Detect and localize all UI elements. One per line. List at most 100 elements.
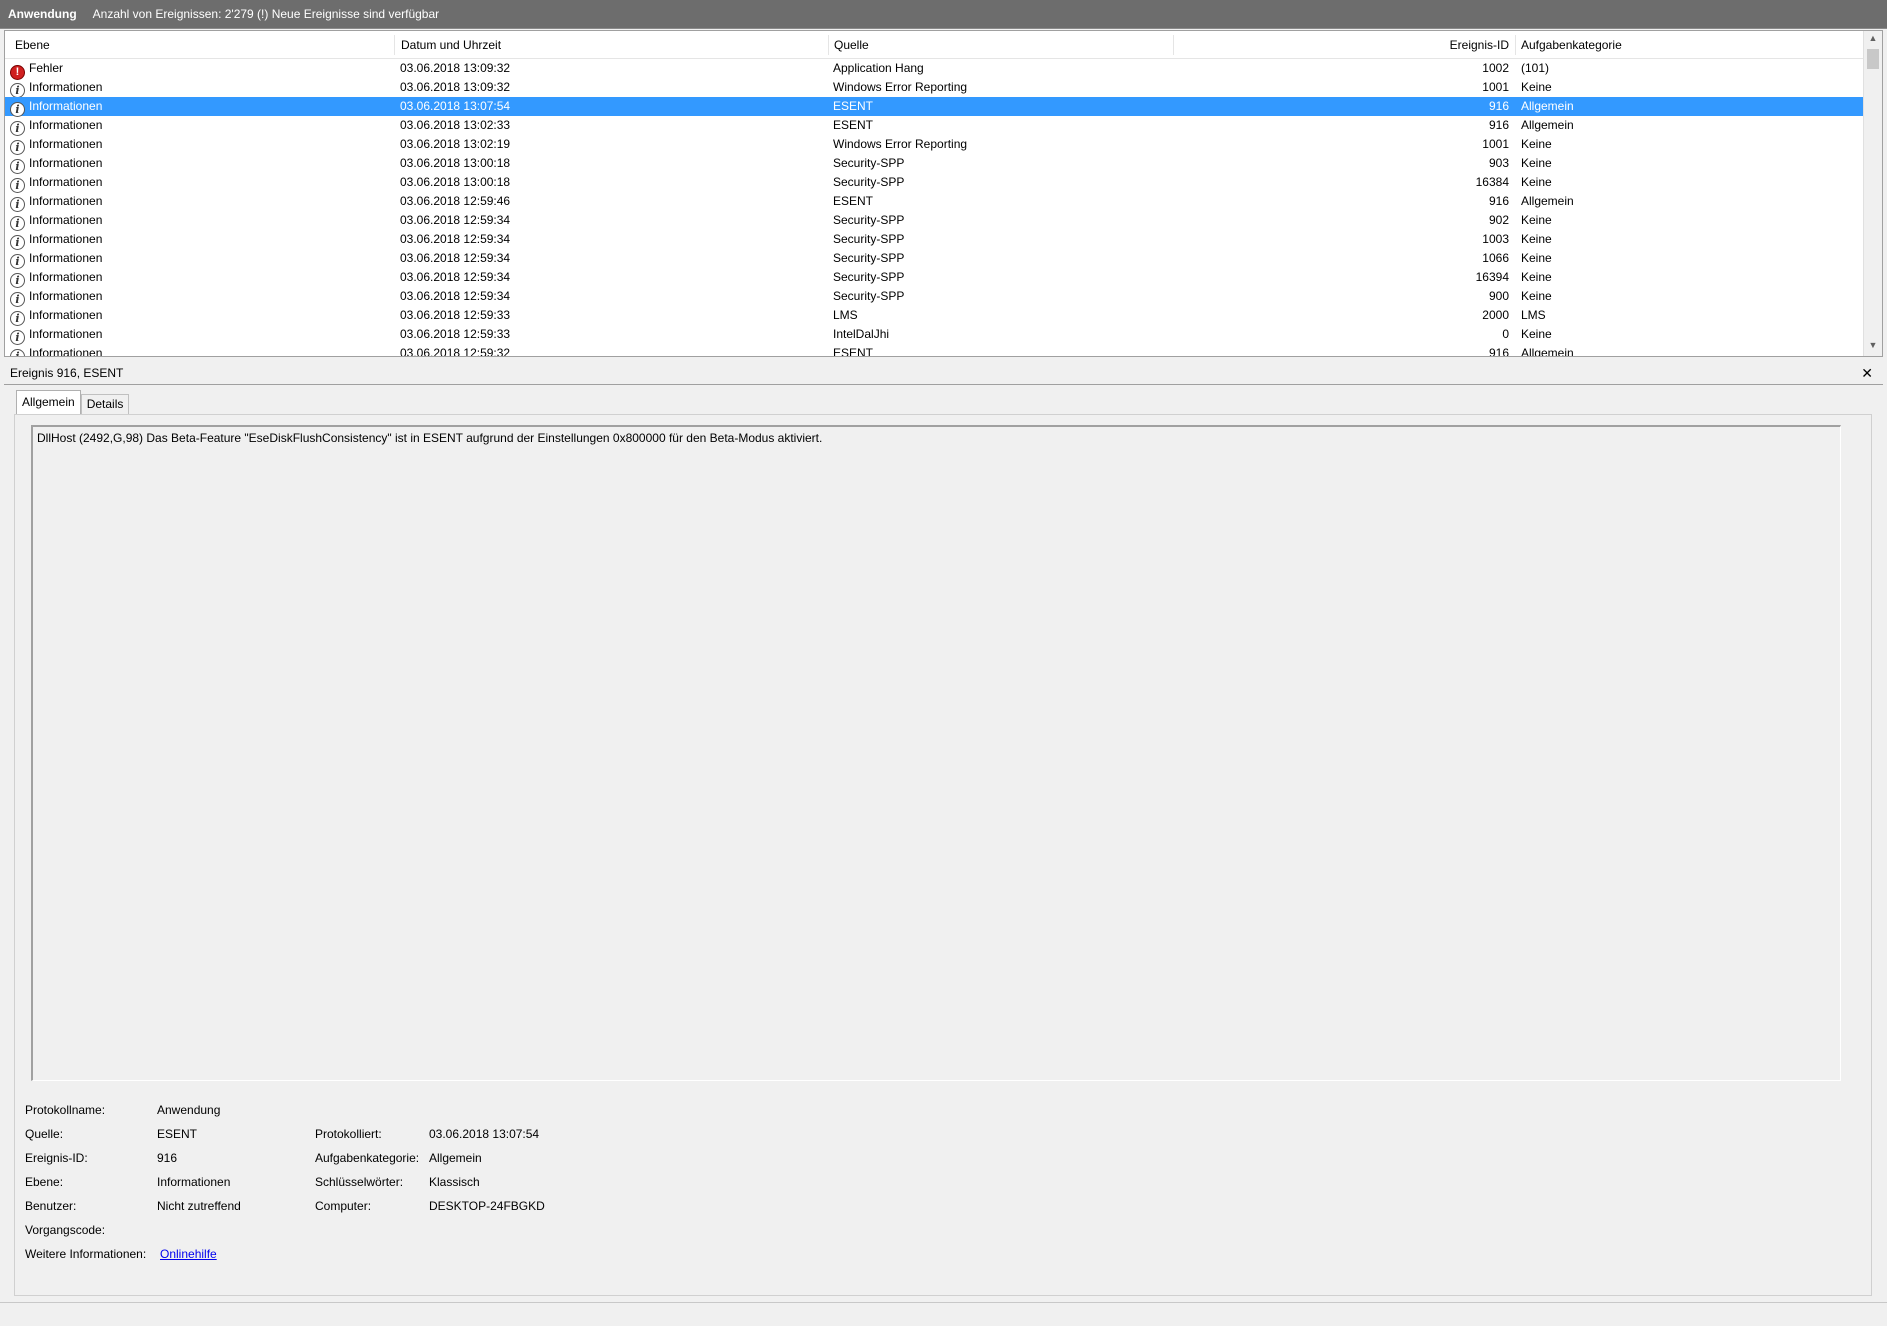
cell-category: (101) bbox=[1521, 61, 1550, 75]
prop-level-value[interactable]: Informationen bbox=[157, 1175, 230, 1189]
prop-event-id-value[interactable]: 916 bbox=[157, 1151, 177, 1165]
cell-level: i Informationen bbox=[10, 97, 395, 117]
cell-category: Keine bbox=[1521, 251, 1552, 265]
prop-user-value[interactable]: Nicht zutreffend bbox=[157, 1199, 241, 1213]
table-row[interactable]: ! Fehler 03.06.2018 13:09:32 Application Ha… bbox=[5, 59, 1863, 80]
cell-category: Keine bbox=[1521, 213, 1552, 227]
info-icon: i bbox=[10, 235, 25, 250]
scroll-down-icon[interactable]: ▼ bbox=[1864, 340, 1882, 354]
cell-date: 03.06.2018 13:00:18 bbox=[400, 156, 511, 170]
scroll-thumb[interactable] bbox=[1867, 49, 1879, 69]
table-row[interactable]: i Informationen 03.06.2018 13:00:18 Securit… bbox=[5, 173, 1863, 193]
column-header-level[interactable]: Ebene bbox=[9, 31, 394, 59]
cell-event-id: 2000 bbox=[1482, 308, 1509, 322]
cell-source: Windows Error Reporting bbox=[833, 137, 968, 151]
column-header-event-id[interactable]: Ereignis-ID bbox=[1173, 31, 1513, 59]
table-row[interactable]: i Informationen 03.06.2018 12:59:34 Securit… bbox=[5, 230, 1863, 250]
cell-category: Allgemein bbox=[1521, 346, 1574, 357]
cell-event-id: 916 bbox=[1488, 194, 1509, 208]
prop-logged-value[interactable]: 03.06.2018 13:07:54 bbox=[429, 1127, 539, 1141]
table-row[interactable]: i Informationen 03.06.2018 12:59:32 ESENT 91… bbox=[5, 344, 1863, 357]
table-row[interactable]: i Informationen 03.06.2018 13:00:18 Securit… bbox=[5, 154, 1863, 174]
level-text: Fehler bbox=[29, 61, 64, 75]
table-row[interactable]: i Informationen 03.06.2018 13:07:54 ESENT 91… bbox=[5, 97, 1863, 117]
prop-keywords-label: Schlüsselwörter: bbox=[315, 1175, 404, 1189]
level-text: Informationen bbox=[29, 270, 103, 284]
online-help-link[interactable]: Onlinehilfe bbox=[160, 1247, 217, 1261]
close-icon[interactable]: ✕ bbox=[1861, 362, 1873, 385]
event-detail-title: Ereignis 916, ESENT bbox=[10, 366, 124, 380]
cell-event-id: 916 bbox=[1488, 346, 1509, 357]
detail-tabs: Allgemein Details bbox=[16, 390, 130, 414]
level-text: Informationen bbox=[29, 175, 103, 189]
tab-details[interactable]: Details bbox=[80, 394, 130, 414]
vertical-scrollbar[interactable]: ▲ ▼ bbox=[1863, 31, 1882, 356]
cell-date: 03.06.2018 12:59:34 bbox=[400, 213, 511, 227]
prop-category-label: Aufgabenkategorie: bbox=[315, 1151, 420, 1165]
cell-level: i Informationen bbox=[10, 344, 395, 356]
info-icon: i bbox=[10, 83, 25, 98]
cell-event-id: 16394 bbox=[1475, 270, 1509, 284]
cell-level: i Informationen bbox=[10, 78, 395, 98]
prop-category-value[interactable]: Allgemein bbox=[429, 1151, 482, 1165]
table-row[interactable]: i Informationen 03.06.2018 12:59:34 Securit… bbox=[5, 287, 1863, 307]
level-text: Informationen bbox=[29, 80, 103, 94]
prop-source-value[interactable]: ESENT bbox=[157, 1127, 197, 1141]
table-row[interactable]: i Informationen 03.06.2018 13:02:19 Windows… bbox=[5, 135, 1863, 155]
prop-computer-value[interactable]: DESKTOP-24FBGKD bbox=[429, 1199, 545, 1213]
cell-date: 03.06.2018 13:07:54 bbox=[400, 99, 511, 113]
info-icon: i bbox=[10, 159, 25, 174]
event-detail-panel: Ereignis 916, ESENT ✕ Allgemein Details … bbox=[4, 362, 1883, 1302]
event-list-header: Ebene Datum und Uhrzeit Quelle Ereignis-… bbox=[5, 31, 1863, 59]
info-icon: i bbox=[10, 121, 25, 136]
table-row[interactable]: i Informationen 03.06.2018 12:59:34 Securit… bbox=[5, 211, 1863, 231]
column-header-date[interactable]: Datum und Uhrzeit bbox=[395, 31, 828, 59]
table-row[interactable]: i Informationen 03.06.2018 12:59:33 IntelDa… bbox=[5, 325, 1863, 345]
table-row[interactable]: i Informationen 03.06.2018 12:59:34 Securit… bbox=[5, 268, 1863, 288]
table-row[interactable]: i Informationen 03.06.2018 13:09:32 Windows… bbox=[5, 78, 1863, 98]
cell-date: 03.06.2018 13:09:32 bbox=[400, 61, 511, 75]
cell-event-id: 916 bbox=[1488, 118, 1509, 132]
scroll-up-icon[interactable]: ▲ bbox=[1864, 33, 1882, 47]
prop-log-label: Protokollname: bbox=[25, 1103, 106, 1117]
cell-level: i Informationen bbox=[10, 268, 395, 288]
cell-source: Security-SPP bbox=[833, 156, 905, 170]
info-icon: i bbox=[10, 102, 25, 117]
prop-log-value[interactable]: Anwendung bbox=[157, 1103, 220, 1117]
table-row[interactable]: i Informationen 03.06.2018 12:59:46 ESENT 91… bbox=[5, 192, 1863, 212]
info-icon: i bbox=[10, 330, 25, 345]
prop-logged-label: Protokolliert: bbox=[315, 1127, 382, 1141]
cell-source: Security-SPP bbox=[833, 175, 905, 189]
tab-allgemein[interactable]: Allgemein bbox=[16, 390, 81, 414]
column-header-category[interactable]: Aufgabenkategorie bbox=[1517, 31, 1857, 59]
cell-date: 03.06.2018 13:02:33 bbox=[400, 118, 511, 132]
event-detail-header: Ereignis 916, ESENT bbox=[4, 362, 1883, 385]
table-row[interactable]: i Informationen 03.06.2018 13:02:33 ESENT 91… bbox=[5, 116, 1863, 136]
cell-source: IntelDalJhi bbox=[833, 327, 890, 341]
cell-source: ESENT bbox=[833, 194, 874, 208]
table-row[interactable]: i Informationen 03.06.2018 12:59:34 Securit… bbox=[5, 249, 1863, 269]
cell-date: 03.06.2018 12:59:34 bbox=[400, 232, 511, 246]
cell-date: 03.06.2018 12:59:33 bbox=[400, 308, 511, 322]
column-separator[interactable] bbox=[1515, 35, 1516, 55]
prop-keywords-value[interactable]: Klassisch bbox=[429, 1175, 480, 1189]
level-text: Informationen bbox=[29, 156, 103, 170]
cell-event-id: 903 bbox=[1488, 156, 1509, 170]
prop-user-label: Benutzer: bbox=[25, 1199, 77, 1213]
cell-category: Keine bbox=[1521, 156, 1552, 170]
column-header-source[interactable]: Quelle bbox=[828, 31, 1173, 59]
cell-event-id: 0 bbox=[1502, 327, 1509, 341]
tab-content-general: DllHost (2492,G,98) Das Beta-Feature "Es… bbox=[14, 414, 1872, 1296]
event-list[interactable]: Ebene Datum und Uhrzeit Quelle Ereignis-… bbox=[4, 30, 1883, 357]
table-row[interactable]: i Informationen 03.06.2018 12:59:33 LMS 2000… bbox=[5, 306, 1863, 326]
cell-source: Application Hang bbox=[833, 61, 924, 75]
cell-category: Keine bbox=[1521, 327, 1552, 341]
cell-level: ! Fehler bbox=[10, 59, 395, 80]
level-text: Informationen bbox=[29, 308, 103, 322]
cell-date: 03.06.2018 12:59:34 bbox=[400, 270, 511, 284]
cell-level: i Informationen bbox=[10, 192, 395, 212]
event-description[interactable]: DllHost (2492,G,98) Das Beta-Feature "Es… bbox=[31, 425, 1841, 1081]
cell-level: i Informationen bbox=[10, 287, 395, 307]
cell-source: ESENT bbox=[833, 346, 874, 357]
cell-category: Keine bbox=[1521, 137, 1552, 151]
